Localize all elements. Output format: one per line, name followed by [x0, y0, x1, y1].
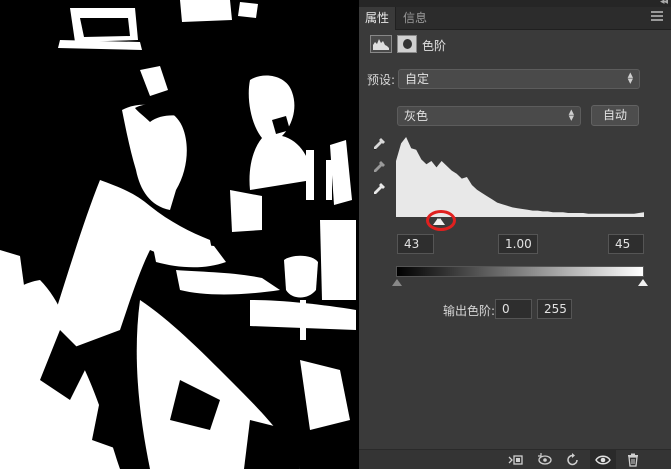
tab-info[interactable]: 信息: [397, 7, 433, 30]
auto-button[interactable]: 自动: [591, 105, 639, 126]
input-gamma-field[interactable]: 1.00: [498, 234, 538, 254]
histogram-shape: [396, 137, 644, 217]
properties-panel: ◂◂ 属性 信息 色阶 预设: 自定 ▲ ▼ 灰色 ▲ ▼ 自动 43 1.00…: [359, 0, 671, 469]
panel-top-strip: ◂◂: [359, 0, 671, 7]
channel-select[interactable]: 灰色 ▲ ▼: [397, 106, 581, 126]
output-black-handle[interactable]: [392, 279, 402, 287]
adjustment-title: 色阶: [422, 39, 447, 53]
panel-footer: [359, 449, 671, 469]
preset-select-value: 自定: [405, 72, 430, 86]
output-gradient-bar: [396, 266, 644, 277]
levels-histogram-icon[interactable]: [370, 35, 392, 53]
white-eyedropper-icon[interactable]: [372, 182, 386, 196]
histogram: [396, 133, 644, 217]
preset-select[interactable]: 自定 ▲ ▼: [398, 69, 640, 89]
double-chevron-right-icon[interactable]: ◂◂: [660, 0, 668, 7]
input-black-field[interactable]: 43: [397, 234, 434, 254]
visibility-eye-icon[interactable]: [595, 453, 611, 467]
preset-label: 预设:: [367, 73, 396, 87]
histogram-graph: [396, 137, 644, 217]
select-arrows-icon: ▲ ▼: [568, 108, 574, 122]
output-levels-label: 输出色阶:: [443, 304, 496, 318]
view-previous-state-icon[interactable]: [537, 453, 553, 467]
input-white-field[interactable]: 45: [608, 234, 644, 254]
gray-eyedropper-icon[interactable]: [372, 160, 386, 174]
red-highlight-ring: [426, 210, 456, 231]
output-min-field[interactable]: 0: [495, 299, 532, 319]
reset-icon[interactable]: [565, 453, 581, 467]
black-eyedropper-icon[interactable]: [372, 137, 386, 151]
photo-canvas[interactable]: [0, 0, 357, 469]
hamburger-menu-icon[interactable]: [651, 11, 663, 21]
output-white-handle[interactable]: [638, 279, 648, 287]
layer-mask-icon[interactable]: [397, 35, 417, 53]
output-max-field[interactable]: 255: [537, 299, 572, 319]
tab-properties[interactable]: 属性: [359, 7, 397, 30]
panel-tab-bar: 属性 信息: [359, 7, 671, 30]
thresholded-photo: [0, 0, 357, 469]
trash-icon[interactable]: [625, 453, 641, 467]
clip-to-layer-icon[interactable]: [507, 453, 523, 467]
channel-select-value: 灰色: [404, 109, 429, 123]
output-levels-slider[interactable]: [392, 279, 648, 289]
select-arrows-icon: ▲ ▼: [627, 71, 633, 85]
